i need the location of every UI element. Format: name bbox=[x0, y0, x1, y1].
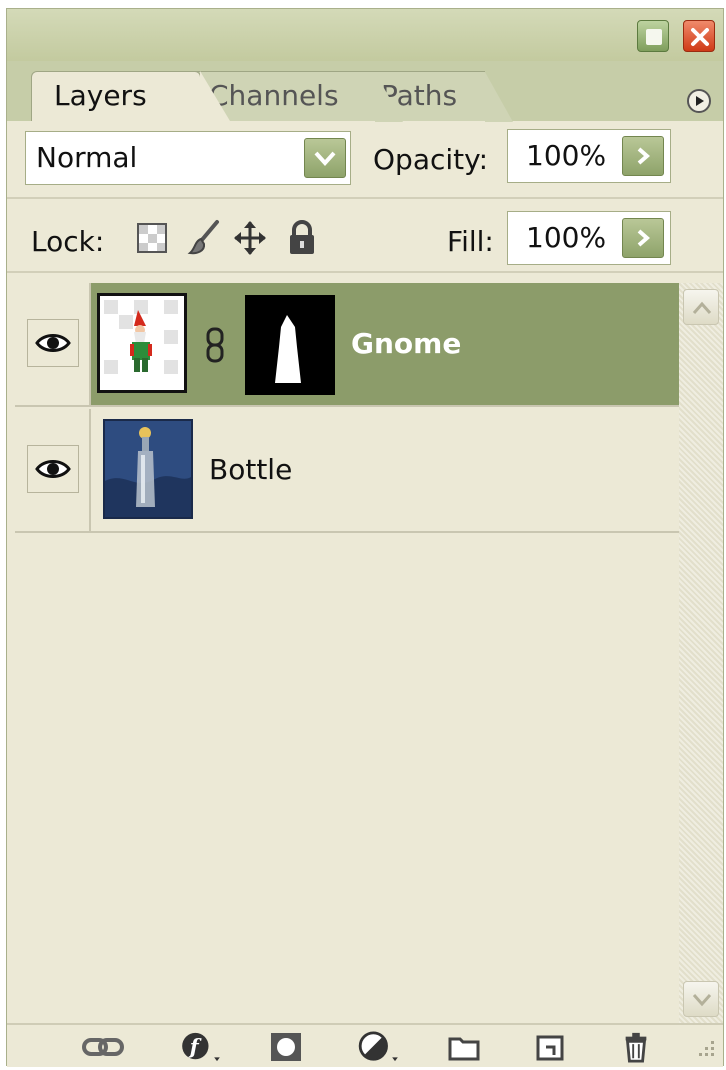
bottom-toolbar: f bbox=[7, 1023, 723, 1067]
gnome-thumbnail-image bbox=[104, 300, 178, 374]
divider bbox=[7, 197, 723, 199]
palette-menu-button[interactable] bbox=[687, 89, 711, 113]
lock-position-icon[interactable] bbox=[233, 219, 267, 257]
layer-thumbnail[interactable] bbox=[97, 293, 187, 393]
divider bbox=[7, 271, 723, 273]
chevron-down-icon bbox=[692, 994, 712, 1007]
chevron-right-icon bbox=[637, 229, 650, 247]
chevron-up-icon bbox=[692, 301, 712, 314]
blend-mode-select[interactable]: Normal bbox=[25, 131, 351, 185]
eye-box bbox=[27, 445, 79, 493]
lock-transparent-pixels-icon[interactable] bbox=[135, 219, 169, 257]
opacity-slider-button[interactable] bbox=[622, 136, 664, 176]
layers-list: Gnome Bottle bbox=[15, 283, 679, 1023]
add-mask-icon[interactable] bbox=[269, 1031, 303, 1063]
fill-label: Fill: bbox=[447, 225, 494, 258]
new-group-icon[interactable] bbox=[447, 1031, 481, 1063]
blend-mode-value: Normal bbox=[36, 141, 138, 174]
eye-icon bbox=[35, 334, 71, 352]
blend-mode-dropdown-button[interactable] bbox=[304, 138, 346, 178]
layer-mask-thumbnail[interactable] bbox=[245, 295, 335, 395]
visibility-toggle[interactable] bbox=[15, 283, 91, 405]
fill-slider-button[interactable] bbox=[622, 218, 664, 258]
tab-layers[interactable]: Layers bbox=[31, 71, 230, 121]
opacity-label: Opacity: bbox=[373, 143, 489, 176]
chevron-right-icon bbox=[637, 147, 650, 165]
eye-icon bbox=[35, 460, 71, 478]
tab-strip: Paths Channels Layers bbox=[7, 61, 723, 122]
lock-all-icon[interactable] bbox=[285, 219, 319, 257]
resize-grip-icon[interactable] bbox=[697, 1039, 717, 1059]
minimize-button[interactable] bbox=[637, 20, 669, 52]
minimize-icon bbox=[646, 29, 662, 45]
layer-style-icon[interactable]: f bbox=[179, 1031, 223, 1063]
adjustment-layer-icon[interactable] bbox=[357, 1031, 401, 1063]
close-icon bbox=[691, 28, 709, 46]
mask-link-icon[interactable] bbox=[205, 327, 225, 363]
layer-name[interactable]: Bottle bbox=[209, 453, 292, 487]
close-button[interactable] bbox=[683, 20, 715, 52]
opacity-field[interactable]: 100% bbox=[507, 129, 671, 183]
scroll-up-button[interactable] bbox=[683, 289, 719, 325]
layers-panel: Normal Opacity: 100% Lock: Fill: 100% Gn… bbox=[7, 121, 723, 1067]
gnome-mask-image bbox=[275, 315, 301, 383]
layers-palette-window: Paths Channels Layers Normal Opacity: 10… bbox=[6, 8, 724, 1067]
eye-box bbox=[27, 319, 79, 367]
scroll-down-button[interactable] bbox=[683, 981, 719, 1017]
layer-row-bottle[interactable]: Bottle bbox=[15, 409, 679, 533]
new-layer-icon[interactable] bbox=[533, 1031, 567, 1063]
layer-name[interactable]: Gnome bbox=[351, 327, 461, 361]
visibility-toggle[interactable] bbox=[15, 409, 91, 531]
title-bar[interactable] bbox=[7, 9, 723, 61]
chevron-down-icon bbox=[314, 151, 336, 166]
lock-label: Lock: bbox=[31, 225, 105, 258]
layers-scrollbar[interactable] bbox=[679, 283, 723, 1023]
triangle-right-icon bbox=[696, 96, 704, 106]
layer-thumbnail[interactable] bbox=[103, 419, 193, 519]
bottle-thumbnail-image bbox=[105, 421, 191, 517]
layer-row-gnome[interactable]: Gnome bbox=[15, 283, 679, 407]
link-layers-icon[interactable] bbox=[81, 1031, 125, 1063]
lock-image-pixels-icon[interactable] bbox=[187, 219, 221, 257]
opacity-value: 100% bbox=[526, 139, 607, 172]
fill-field[interactable]: 100% bbox=[507, 211, 671, 265]
fill-value: 100% bbox=[526, 221, 607, 254]
delete-layer-icon[interactable] bbox=[619, 1031, 653, 1063]
